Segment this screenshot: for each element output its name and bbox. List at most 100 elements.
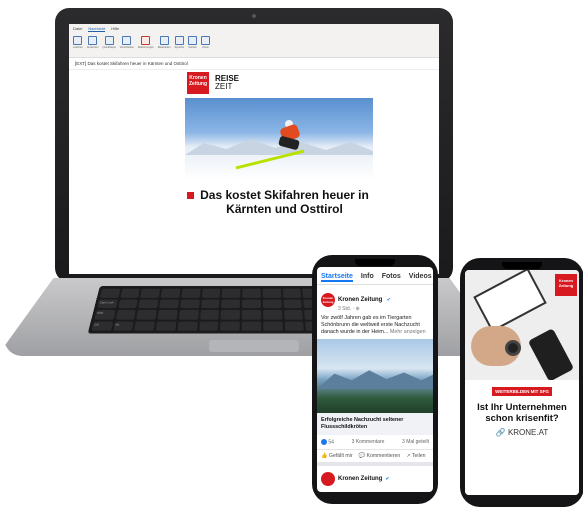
- ribbon-group-verschieben[interactable]: Verschieben: [120, 36, 134, 49]
- key-caps-lock[interactable]: Caps Lock: [97, 299, 118, 309]
- ad-image[interactable]: Kronen Zeitung: [465, 270, 579, 380]
- ribbon-group-bearbeiten[interactable]: Bearbeiten: [158, 36, 170, 49]
- ribbon-groups: Löschen Antworten QuickSteps Verschieben…: [73, 36, 435, 49]
- likes-count[interactable]: 54: [321, 439, 334, 445]
- facebook-page-tabs: Startseite Info Fotos Videos: [317, 267, 433, 285]
- ribbon-group-loeschen[interactable]: Löschen: [73, 36, 83, 49]
- key[interactable]: [180, 299, 200, 309]
- key[interactable]: [140, 288, 161, 298]
- key[interactable]: [115, 309, 137, 320]
- language-icon: [174, 36, 184, 45]
- tab-hilfe[interactable]: Hilfe: [111, 26, 119, 32]
- key[interactable]: [199, 309, 220, 320]
- kronen-zeitung-logo[interactable]: Kronen Zeitung: [187, 72, 209, 94]
- key[interactable]: [263, 321, 283, 331]
- tab-videos[interactable]: Videos: [409, 273, 432, 282]
- key[interactable]: [159, 299, 180, 309]
- avatar[interactable]: [321, 472, 335, 487]
- key[interactable]: [198, 321, 219, 331]
- key[interactable]: [155, 321, 177, 331]
- key[interactable]: [99, 288, 121, 298]
- comment-icon: 💬: [358, 453, 366, 460]
- photo-caption[interactable]: Erfolgreiche Nachzucht seltener Flusssch…: [317, 413, 433, 435]
- red-square-icon: [187, 192, 194, 199]
- tab-datei[interactable]: Datei: [73, 26, 82, 32]
- ad-kicker: WEITERBILDEN MIT SFG: [492, 387, 552, 396]
- touchpad[interactable]: [209, 340, 299, 352]
- key[interactable]: [220, 309, 241, 320]
- key[interactable]: [221, 288, 241, 298]
- article-headline[interactable]: Das kostet Skifahren heuer in Kärnten un…: [179, 188, 379, 216]
- shares-count[interactable]: 3 Mal geteilt: [402, 439, 429, 445]
- comments-count[interactable]: 3 Kommentare: [352, 439, 385, 445]
- reisezeit-wordmark: REISE ZEIT: [215, 75, 239, 91]
- link-icon: 🔗: [495, 428, 506, 437]
- ribbon-group-antworten[interactable]: Antworten: [87, 36, 99, 49]
- key[interactable]: [181, 288, 201, 298]
- post-author[interactable]: Kronen Zeitung ✔: [338, 288, 391, 306]
- key[interactable]: [138, 299, 159, 309]
- key-shift[interactable]: Shift: [94, 309, 116, 320]
- key[interactable]: [200, 299, 220, 309]
- ribbon-group-sprache[interactable]: Sprache: [174, 36, 184, 49]
- key[interactable]: [117, 299, 139, 309]
- post-actions: 👍 Gefällt mir 💬 Kommentieren ↗ Teilen: [317, 449, 433, 462]
- delete-icon: [73, 36, 83, 45]
- skier-photo[interactable]: [185, 98, 373, 180]
- post-stats: 54 3 Kommentare 3 Mal geteilt: [317, 435, 433, 449]
- key[interactable]: [201, 288, 221, 298]
- avatar[interactable]: Kronen Zeitung: [321, 293, 335, 307]
- verified-badge-icon: ✔: [386, 297, 391, 303]
- page-name: Kronen Zeitung: [338, 297, 383, 303]
- key[interactable]: [136, 309, 158, 320]
- key[interactable]: [220, 321, 240, 331]
- key[interactable]: [242, 299, 261, 309]
- comment-button[interactable]: 💬 Kommentieren: [359, 453, 401, 459]
- more-link[interactable]: Mehr anzeigen: [390, 329, 426, 335]
- ribbon-group-suchen[interactable]: Suchen: [188, 36, 198, 49]
- ribbon-group-quicksteps[interactable]: QuickSteps: [103, 36, 116, 49]
- like-button[interactable]: 👍 Gefällt mir: [321, 453, 353, 459]
- ribbon-group-markierungen[interactable]: Markierungen: [138, 36, 154, 49]
- webcam: [252, 14, 256, 18]
- key[interactable]: [262, 299, 282, 309]
- key[interactable]: [284, 321, 305, 331]
- ribbon-group-zoom[interactable]: Zoom: [201, 36, 211, 49]
- key-alt[interactable]: Alt: [113, 321, 135, 331]
- key[interactable]: [177, 321, 198, 331]
- page-name[interactable]: Kronen Zeitung: [338, 476, 382, 482]
- post-header: Kronen Zeitung Kronen Zeitung ✔ 3 Std. ·…: [317, 285, 433, 315]
- edit-icon: [159, 36, 169, 45]
- share-button[interactable]: ↗ Teilen: [406, 453, 425, 459]
- tab-fotos[interactable]: Fotos: [382, 273, 401, 282]
- key[interactable]: [241, 309, 262, 320]
- mail-subject: [EXT] Das kostet Skifahren heuer in Kärn…: [69, 58, 439, 70]
- post-text: Vor zwölf Jahren gab es im Tiergarten Sc…: [317, 315, 433, 339]
- key[interactable]: [160, 288, 181, 298]
- key[interactable]: [242, 288, 261, 298]
- post-meta: 3 Std. · ⊕: [338, 306, 360, 312]
- key[interactable]: [134, 321, 156, 331]
- key[interactable]: [241, 321, 262, 331]
- key[interactable]: [157, 309, 178, 320]
- outlook-ribbon: Datei Nachricht Hilfe Löschen Antworten …: [69, 24, 439, 58]
- tab-nachricht[interactable]: Nachricht: [88, 26, 106, 32]
- key[interactable]: [262, 288, 282, 298]
- ad-headline[interactable]: Ist Ihr Unternehmen schon krisenfit?: [465, 402, 579, 424]
- key[interactable]: [283, 309, 304, 320]
- post-photo[interactable]: [317, 339, 433, 413]
- key-ctrl[interactable]: Ctrl: [91, 321, 114, 331]
- key[interactable]: [120, 288, 141, 298]
- key[interactable]: [221, 299, 241, 309]
- tab-info[interactable]: Info: [361, 273, 374, 282]
- move-icon: [122, 36, 132, 45]
- flag-icon: [141, 36, 151, 45]
- key[interactable]: [282, 288, 302, 298]
- tab-startseite[interactable]: Startseite: [321, 273, 353, 282]
- key[interactable]: [262, 309, 283, 320]
- share-icon: ↗: [406, 453, 411, 460]
- skier-figure: [275, 118, 305, 152]
- key[interactable]: [178, 309, 199, 320]
- key[interactable]: [283, 299, 303, 309]
- ad-link[interactable]: 🔗 KRONE.AT: [465, 428, 579, 437]
